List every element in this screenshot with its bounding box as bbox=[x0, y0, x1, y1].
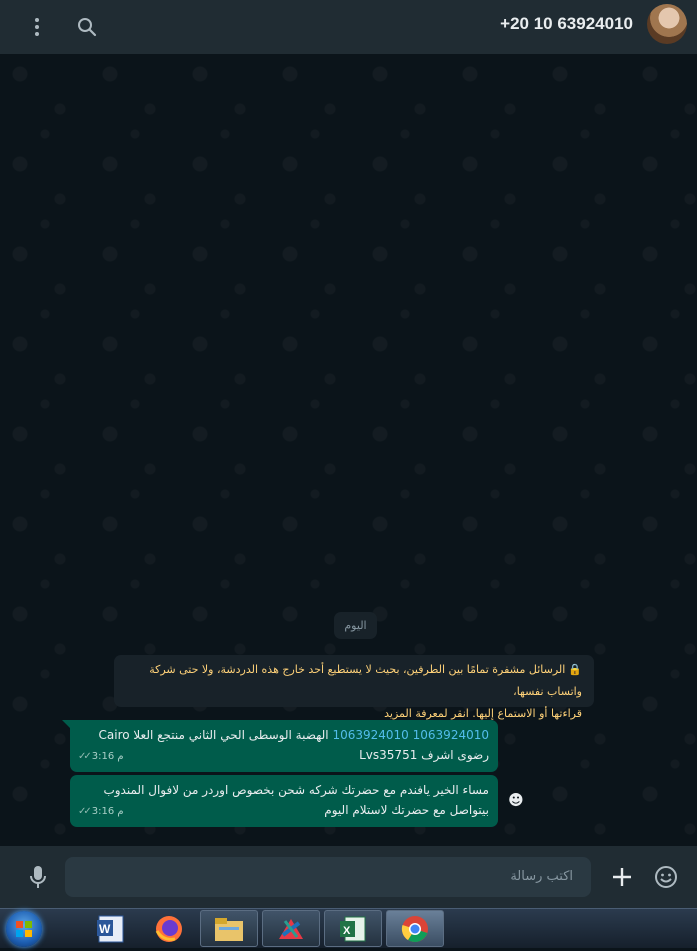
menu-icon[interactable] bbox=[22, 12, 52, 42]
message-line: مساء الخير يافندم مع حضرتك شركه شحن بخصو… bbox=[103, 783, 489, 797]
svg-text:X: X bbox=[343, 925, 351, 937]
message-line: بيتواصل مع حضرتك لاستلام اليوم bbox=[324, 803, 489, 817]
chrome-icon[interactable] bbox=[386, 910, 444, 947]
compose-bar: اكتب رسالة bbox=[0, 846, 697, 908]
date-divider: اليوم bbox=[334, 612, 377, 639]
message-meta: ✓✓ 3:16 م bbox=[78, 747, 124, 767]
word-icon[interactable]: W bbox=[82, 910, 140, 947]
svg-text:W: W bbox=[99, 922, 111, 936]
encryption-notice-line1: 🔒الرسائل مشفرة تمامًا بين الطرفين، بحيث … bbox=[149, 663, 582, 698]
message-line: 1063924010 1063924010 الهضبة الوسطى الحي… bbox=[98, 728, 490, 742]
emoji-icon[interactable] bbox=[652, 863, 680, 891]
microphone-icon[interactable] bbox=[24, 863, 52, 891]
message-input-placeholder: اكتب رسالة bbox=[510, 869, 573, 884]
phone-link[interactable]: 1063924010 1063924010 bbox=[332, 728, 489, 742]
contact-name[interactable]: +20 10 63924010 bbox=[500, 14, 633, 34]
message-meta: ✓✓ 3:16 م bbox=[78, 802, 124, 822]
message-bubble[interactable]: 1063924010 1063924010 الهضبة الوسطى الحي… bbox=[70, 720, 498, 772]
react-emoji-icon[interactable]: ☻ bbox=[506, 790, 526, 810]
message-input[interactable]: اكتب رسالة bbox=[65, 857, 591, 897]
message-time: 3:16 م bbox=[91, 806, 124, 817]
bubble-tail bbox=[62, 720, 70, 728]
start-button[interactable] bbox=[6, 911, 42, 947]
encryption-notice[interactable]: 🔒الرسائل مشفرة تمامًا بين الطرفين، بحيث … bbox=[114, 655, 594, 720]
chat-header: +20 10 63924010 bbox=[0, 0, 697, 54]
read-receipt-icon: ✓✓ bbox=[78, 751, 92, 762]
attach-plus-icon[interactable] bbox=[608, 863, 636, 891]
windows-taskbar: W X bbox=[0, 908, 697, 948]
network-app-icon[interactable] bbox=[262, 910, 320, 947]
excel-icon[interactable]: X bbox=[324, 910, 382, 947]
read-receipt-icon: ✓✓ bbox=[78, 806, 92, 817]
message-bubble[interactable]: مساء الخير يافندم مع حضرتك شركه شحن بخصو… bbox=[70, 775, 498, 827]
contact-avatar[interactable] bbox=[647, 4, 687, 44]
message-area: اليوم 🔒الرسائل مشفرة تمامًا بين الطرفين،… bbox=[0, 54, 697, 846]
message-line: رضوى اشرف Lvs35751 bbox=[359, 748, 489, 762]
firefox-icon[interactable] bbox=[140, 910, 198, 947]
lock-icon: 🔒 bbox=[568, 663, 582, 676]
file-explorer-icon[interactable] bbox=[200, 910, 258, 947]
search-icon[interactable] bbox=[72, 12, 102, 42]
whatsapp-window: +20 10 63924010 اليوم 🔒الرسائل مشفرة تما… bbox=[0, 0, 697, 908]
message-time: 3:16 م bbox=[91, 751, 124, 762]
